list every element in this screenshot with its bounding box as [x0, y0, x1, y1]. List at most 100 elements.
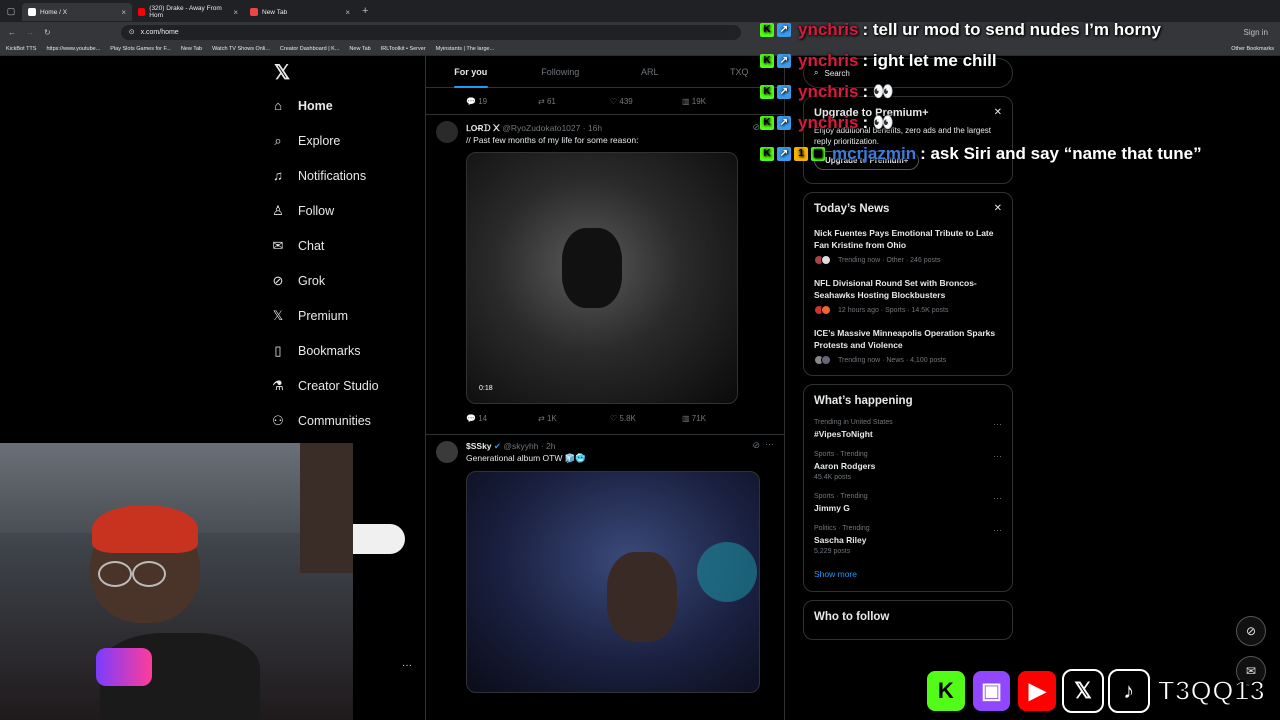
bookmark-icon: ▯ [274, 342, 282, 358]
nav-creator-studio[interactable]: ⚗ Creator Studio [270, 368, 420, 403]
nav-notifications[interactable]: ♫ Notifications [270, 158, 420, 193]
tab-new-tab[interactable]: New Tab × [244, 3, 356, 21]
close-icon[interactable]: ✕ [994, 203, 1002, 214]
news-item[interactable]: ICE’s Massive Minneapolis Operation Spar… [814, 327, 1002, 365]
grok-float-button[interactable]: ⊘ [1236, 616, 1266, 646]
nav-home[interactable]: ⌂ Home [270, 88, 420, 123]
nav-bookmarks[interactable]: ▯ Bookmarks [270, 333, 420, 368]
repost-button[interactable]: ⇄ 61 [538, 97, 610, 106]
avatar-stack [814, 255, 834, 265]
bookmark-item[interactable]: Creator Dashboard | K... [280, 46, 340, 52]
nav-chat[interactable]: ✉ Chat [270, 228, 420, 263]
like-count: 439 [619, 96, 633, 106]
tab-youtube[interactable]: (320) Drake - Away From Hom × [132, 3, 244, 21]
trend-item[interactable]: Trending in United States #VipesToNight … [814, 419, 1002, 439]
tab-search-icon[interactable]: ▢ [0, 6, 22, 17]
timeline: For you Following ARL TXQ 💬 19 ⇄ 61 ♡ 43… [425, 56, 785, 720]
more-icon[interactable]: ··· [993, 493, 1002, 503]
tweet-text: // Past few months of my life for some r… [466, 135, 639, 145]
trend-posts: 45.4K posts [814, 474, 851, 481]
news-headline: Nick Fuentes Pays Emotional Tribute to L… [814, 228, 994, 250]
close-tab-icon[interactable]: × [233, 8, 238, 17]
trend-context: Politics · Trending [814, 525, 870, 532]
microphone-light [96, 648, 152, 686]
trend-item[interactable]: Sports · Trending Aaron Rodgers 45.4K po… [814, 451, 1002, 481]
sub-badge-icon: ↗ [777, 115, 791, 130]
person-add-icon: ♙ [272, 202, 284, 218]
youtube-icon: ▶ [1016, 669, 1059, 713]
avatar[interactable] [436, 121, 458, 143]
views-button[interactable]: ▥ 71K [682, 414, 754, 423]
tab-for-you[interactable]: For you [426, 56, 516, 88]
youtube-favicon-icon [138, 8, 146, 16]
tweet-video[interactable]: 0:18 [466, 152, 738, 404]
bookmark-item[interactable]: https://www.youtube... [46, 46, 100, 52]
nav-grok[interactable]: ⊘ Grok [270, 263, 420, 298]
post-button-partial[interactable] [353, 524, 405, 554]
tab-home-x[interactable]: Home / X × [22, 3, 132, 21]
bookmark-item[interactable]: New Tab [349, 46, 370, 52]
bookmark-item[interactable]: Play Slots Games for F... [110, 46, 171, 52]
more-icon[interactable]: ··· [993, 525, 1002, 535]
reply-button[interactable]: 💬 14 [466, 414, 538, 423]
repost-button[interactable]: ⇄ 1K [538, 414, 610, 423]
flask-icon: ⚗ [272, 377, 284, 393]
grok-icon[interactable]: ⊘ [752, 122, 760, 133]
nav-premium[interactable]: 𝕏 Premium [270, 298, 420, 333]
grok-icon[interactable]: ⊘ [752, 440, 760, 451]
tweet[interactable]: ᒪOɌᗪ ᙭ @RyoZudokato1027 · 16h ⊘ // Past … [426, 114, 784, 434]
reload-icon[interactable]: ↻ [44, 28, 51, 37]
tab-label: New Tab [262, 8, 288, 16]
new-tab-button[interactable]: + [362, 5, 368, 17]
nav-label: Grok [298, 273, 326, 288]
trend-posts: 5,229 posts [814, 548, 851, 555]
bookmark-item[interactable]: Watch TV Shows Onli... [212, 46, 270, 52]
news-meta: Trending now · News · 4,100 posts [838, 356, 947, 364]
avatar[interactable] [436, 441, 458, 463]
tweet-author-name[interactable]: $SSky [466, 441, 492, 451]
x-icon: 𝕏 [272, 307, 284, 323]
news-item[interactable]: NFL Divisional Round Set with Broncos-Se… [814, 277, 1002, 315]
chat-username: ynchris [798, 81, 859, 101]
tweet-handle[interactable]: @RyoZudokato1027 · 16h [502, 123, 602, 133]
x-logo-icon[interactable]: 𝕏 [274, 60, 420, 88]
nav-explore[interactable]: ⌕ Explore [270, 123, 420, 158]
more-icon[interactable]: ··· [765, 439, 774, 449]
tweet[interactable]: $SSky ✔ @skyyhh · 2h ⊘ ··· Generational … [426, 434, 784, 714]
like-button[interactable]: ♡ 5.8K [610, 414, 682, 423]
reply-button[interactable]: 💬 19 [466, 97, 538, 106]
tweet-header: $SSky ✔ @skyyhh · 2h [466, 441, 556, 452]
tweet-author-name[interactable]: ᒪOɌᗪ ᙭ [466, 123, 500, 133]
more-icon[interactable]: ··· [993, 419, 1002, 429]
url-field[interactable]: ⊙ x.com/home [120, 24, 741, 40]
nav-communities[interactable]: ⚇ Communities [270, 403, 420, 438]
tweet-video[interactable] [466, 471, 760, 693]
whats-happening-panel: What’s happening Trending in United Stat… [803, 384, 1013, 592]
tweet-handle[interactable]: @skyyhh · 2h [503, 441, 555, 451]
trend-context: Sports · Trending [814, 493, 868, 500]
trend-item[interactable]: Sports · Trending Jimmy G ··· [814, 493, 1002, 513]
chat-username: ynchris [798, 19, 859, 39]
close-tab-icon[interactable]: × [121, 8, 126, 17]
site-info-icon[interactable]: ⊙ [129, 28, 135, 36]
bookmark-item[interactable]: New Tab [181, 46, 202, 52]
bookmark-item[interactable]: KickBot TTS [6, 46, 36, 52]
chat-text: : tell ur mod to send nudes I’m horny [862, 19, 1161, 39]
back-icon[interactable]: ← [8, 28, 16, 37]
reply-count: 14 [478, 413, 488, 423]
close-tab-icon[interactable]: × [345, 8, 350, 17]
gift-badge-icon: 1 [794, 146, 808, 161]
account-more-icon[interactable]: ··· [402, 660, 412, 671]
news-item[interactable]: Nick Fuentes Pays Emotional Tribute to L… [814, 227, 1002, 265]
more-icon[interactable]: ··· [993, 451, 1002, 461]
like-button[interactable]: ♡ 439 [610, 97, 682, 106]
tab-arl[interactable]: ARL [605, 56, 695, 88]
bookmark-item[interactable]: IRLToolkit • Server [381, 46, 426, 52]
trend-item[interactable]: Politics · Trending Sascha Riley 5,229 p… [814, 525, 1002, 555]
nav-follow[interactable]: ♙ Follow [270, 193, 420, 228]
forward-icon[interactable]: → [26, 28, 34, 37]
show-more-link[interactable]: Show more [814, 569, 1002, 579]
tab-following[interactable]: Following [516, 56, 606, 88]
bookmark-item[interactable]: Myinstants | The large... [436, 46, 495, 52]
views-button[interactable]: ▥ 19K [682, 97, 754, 106]
